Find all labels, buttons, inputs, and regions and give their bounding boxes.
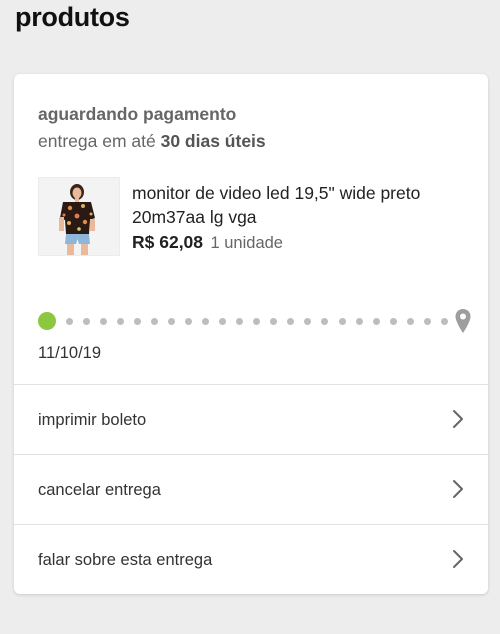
- delivery-days: 30 dias úteis: [160, 131, 266, 151]
- cancel-delivery-label: cancelar entrega: [38, 481, 161, 499]
- delivery-prefix: entrega em até: [38, 131, 156, 151]
- tracker-dot: [270, 318, 278, 325]
- product-photo-blouse-icon: [39, 178, 119, 255]
- price-line: R$ 62,08 1 unidade: [132, 231, 283, 255]
- cancel-delivery-row[interactable]: cancelar entrega: [14, 454, 488, 524]
- tracker-dot: [389, 318, 397, 325]
- tracker-dot: [406, 318, 414, 325]
- chevron-right-icon: [453, 550, 463, 568]
- tracker-date: 11/10/19: [38, 344, 102, 362]
- tracker-dot: [117, 318, 125, 325]
- order-card: aguardando pagamento entrega em até 30 d…: [14, 74, 488, 594]
- print-boleto-label: imprimir boleto: [38, 411, 147, 429]
- tracker-dot: [83, 318, 91, 325]
- tracker-dot: [236, 318, 244, 325]
- tracker-dot: [219, 318, 227, 325]
- chevron-right-icon: [453, 410, 463, 428]
- tracker-dot: [321, 318, 329, 325]
- tracker-dot: [185, 318, 193, 325]
- talk-about-delivery-row[interactable]: falar sobre esta entrega: [14, 524, 488, 594]
- product-price: R$ 62,08: [132, 232, 204, 252]
- chevron-right-icon: [453, 480, 463, 498]
- tracker-dot: [134, 318, 142, 325]
- delivery-estimate: entrega em até 30 dias úteis: [38, 130, 266, 152]
- tracker-dot: [202, 318, 210, 325]
- tracker-dot: [100, 318, 108, 325]
- product-quantity: 1 unidade: [210, 234, 283, 252]
- tracker-dot: [440, 318, 448, 325]
- tracker-dot: [304, 318, 312, 325]
- tracker-progress-dots: [66, 318, 448, 325]
- tracker-dot: [355, 318, 363, 325]
- tracker-dot: [423, 318, 431, 325]
- tracker-dot: [338, 318, 346, 325]
- product-thumbnail[interactable]: [38, 177, 120, 256]
- tracker-dot: [253, 318, 261, 325]
- tracker-dot: [66, 318, 73, 325]
- tracker-dot: [168, 318, 176, 325]
- tracker-dot: [287, 318, 295, 325]
- delivery-tracker: [38, 308, 472, 334]
- tracker-dot: [151, 318, 159, 325]
- tracker-dot: [372, 318, 380, 325]
- order-status: aguardando pagamento: [38, 104, 237, 124]
- tracker-start-dot: [38, 312, 56, 330]
- talk-about-delivery-label: falar sobre esta entrega: [38, 551, 213, 569]
- location-pin-icon: [455, 309, 471, 333]
- product-name[interactable]: monitor de video led 19,5" wide preto 20…: [132, 181, 472, 229]
- page-title: produtos: [15, 2, 130, 32]
- print-boleto-row[interactable]: imprimir boleto: [14, 384, 488, 454]
